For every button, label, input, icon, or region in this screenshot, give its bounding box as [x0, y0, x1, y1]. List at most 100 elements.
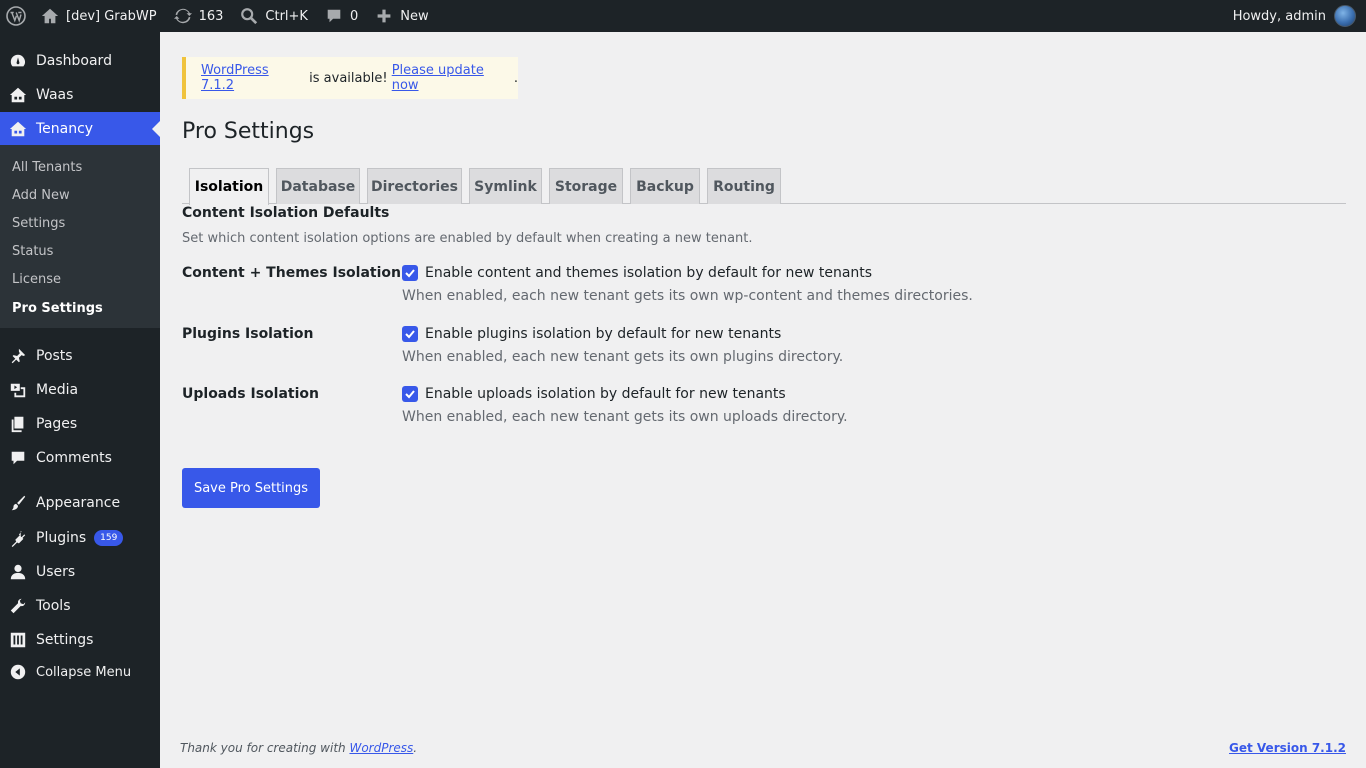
- search-icon: [239, 6, 259, 26]
- wordpress-logo-button[interactable]: [0, 0, 32, 32]
- content-themes-isolation-label: Content + Themes Isolation: [182, 265, 401, 281]
- sidebar-item-comments[interactable]: Comments: [0, 441, 160, 475]
- brush-icon: [0, 494, 36, 512]
- new-content-link[interactable]: New: [366, 0, 436, 32]
- plugins-isolation-field: Enable plugins isolation by default for …: [402, 326, 843, 365]
- sidebar-item-label: Tools: [36, 598, 71, 614]
- tab-directories[interactable]: Directories: [367, 168, 462, 204]
- settings-tabs: Isolation Database Directories Symlink S…: [182, 168, 1346, 205]
- collapse-icon: [0, 663, 36, 681]
- comments-link[interactable]: 0: [316, 0, 366, 32]
- update-notice: WordPress 7.1.2 is available! Please upd…: [182, 57, 518, 99]
- section-description: Set which content isolation options are …: [182, 231, 753, 246]
- sidebar-item-tenancy[interactable]: Tenancy: [0, 112, 160, 146]
- sidebar-item-label: Appearance: [36, 495, 121, 511]
- sidebar-item-appearance[interactable]: Appearance: [0, 486, 160, 520]
- sidebar-item-dashboard[interactable]: Dashboard: [0, 44, 160, 78]
- wordpress-version-link[interactable]: WordPress 7.1.2: [201, 63, 305, 93]
- tab-isolation[interactable]: Isolation: [189, 168, 269, 205]
- tab-routing[interactable]: Routing: [707, 168, 781, 204]
- sidebar-item-label: Settings: [36, 632, 94, 648]
- refresh-icon: [173, 6, 193, 26]
- search-shortcut[interactable]: Ctrl+K: [231, 0, 316, 32]
- sidebar-item-label: Users: [36, 564, 76, 580]
- checkbox-checked[interactable]: [402, 265, 418, 281]
- sidebar-item-media[interactable]: Media: [0, 373, 160, 407]
- page-title: Pro Settings: [182, 119, 315, 144]
- site-name-link[interactable]: [dev] GrabWP: [32, 0, 165, 32]
- tenancy-submenu: All Tenants Add New Settings Status Lice…: [0, 145, 160, 328]
- sidebar-item-label: Collapse Menu: [36, 664, 132, 680]
- sidebar-item-label: Plugins: [36, 530, 87, 546]
- submenu-all-tenants[interactable]: All Tenants: [12, 160, 82, 175]
- comments-count: 0: [349, 8, 359, 24]
- sidebar-item-label: Dashboard: [36, 53, 112, 69]
- footer-thanks-prefix: Thank you for creating with: [180, 741, 350, 755]
- field-description: When enabled, each new tenant gets its o…: [402, 288, 973, 304]
- user-icon: [0, 563, 36, 581]
- account-menu[interactable]: Howdy, admin: [1233, 5, 1366, 27]
- sidebar-item-users[interactable]: Users: [0, 555, 160, 589]
- checkbox-label: Enable content and themes isolation by d…: [425, 265, 873, 281]
- tenancy-icon: [0, 120, 36, 138]
- home-icon: [40, 6, 60, 26]
- sliders-icon: [0, 631, 36, 649]
- site-name: [dev] GrabWP: [66, 8, 157, 24]
- uploads-isolation-field: Enable uploads isolation by default for …: [402, 386, 848, 425]
- uploads-isolation-checkbox[interactable]: Enable uploads isolation by default for …: [402, 386, 848, 402]
- notice-text: is available!: [305, 70, 392, 86]
- submenu-pro-settings[interactable]: Pro Settings: [12, 301, 103, 316]
- footer-thanks: Thank you for creating with WordPress.: [180, 741, 417, 755]
- admin-sidebar: Dashboard Waas Tenancy All Tenants Add N…: [0, 32, 160, 768]
- content-themes-isolation-checkbox[interactable]: Enable content and themes isolation by d…: [402, 265, 973, 281]
- sidebar-item-label: Waas: [36, 87, 74, 103]
- tab-backup[interactable]: Backup: [630, 168, 700, 204]
- tab-storage[interactable]: Storage: [549, 168, 623, 204]
- dashboard-icon: [0, 52, 36, 70]
- plugins-update-badge: 159: [94, 530, 124, 546]
- checkbox-checked[interactable]: [402, 326, 418, 342]
- checkbox-label: Enable uploads isolation by default for …: [425, 386, 786, 402]
- plugins-isolation-checkbox[interactable]: Enable plugins isolation by default for …: [402, 326, 843, 342]
- submenu-add-new[interactable]: Add New: [12, 188, 70, 203]
- submenu-status[interactable]: Status: [12, 244, 53, 259]
- sidebar-item-settings[interactable]: Settings: [0, 623, 160, 657]
- wordpress-logo-icon: [6, 6, 26, 26]
- content-themes-isolation-field: Enable content and themes isolation by d…: [402, 265, 973, 304]
- check-icon: [405, 390, 415, 399]
- sidebar-item-label: Comments: [36, 450, 112, 466]
- footer-wordpress-link[interactable]: WordPress: [349, 741, 413, 755]
- comment-icon: [324, 6, 344, 26]
- sidebar-item-plugins[interactable]: Plugins 159: [0, 521, 160, 555]
- new-label: New: [400, 8, 429, 24]
- sidebar-item-posts[interactable]: Posts: [0, 339, 160, 373]
- submenu-settings[interactable]: Settings: [12, 216, 65, 231]
- plus-icon: [374, 6, 394, 26]
- plug-icon: [0, 529, 36, 547]
- collapse-menu-button[interactable]: Collapse Menu: [0, 655, 160, 689]
- save-pro-settings-button[interactable]: Save Pro Settings: [182, 468, 320, 508]
- sidebar-item-label: Posts: [36, 348, 73, 364]
- greeting: Howdy, admin: [1232, 8, 1326, 24]
- sidebar-item-waas[interactable]: Waas: [0, 78, 160, 112]
- field-description: When enabled, each new tenant gets its o…: [402, 349, 844, 365]
- footer-thanks-suffix: .: [413, 741, 418, 755]
- get-version-link[interactable]: Get Version 7.1.2: [1229, 741, 1346, 755]
- tab-database[interactable]: Database: [276, 168, 360, 204]
- sidebar-item-pages[interactable]: Pages: [0, 407, 160, 441]
- sidebar-item-label: Media: [36, 382, 79, 398]
- section-title: Content Isolation Defaults: [182, 205, 390, 221]
- updates-link[interactable]: 163: [165, 0, 232, 32]
- checkbox-checked[interactable]: [402, 386, 418, 402]
- tab-symlink[interactable]: Symlink: [469, 168, 542, 204]
- waas-icon: [0, 86, 36, 104]
- notice-end: .: [513, 70, 518, 86]
- wrench-icon: [0, 597, 36, 615]
- field-description: When enabled, each new tenant gets its o…: [402, 409, 848, 425]
- sidebar-item-tools[interactable]: Tools: [0, 589, 160, 623]
- update-now-link[interactable]: Please update now: [392, 63, 514, 93]
- pages-icon: [0, 415, 36, 433]
- search-shortcut-label: Ctrl+K: [265, 8, 308, 24]
- submenu-license[interactable]: License: [12, 272, 61, 287]
- admin-bar: [dev] GrabWP 163 Ctrl+K 0 New Howdy, adm…: [0, 0, 1366, 32]
